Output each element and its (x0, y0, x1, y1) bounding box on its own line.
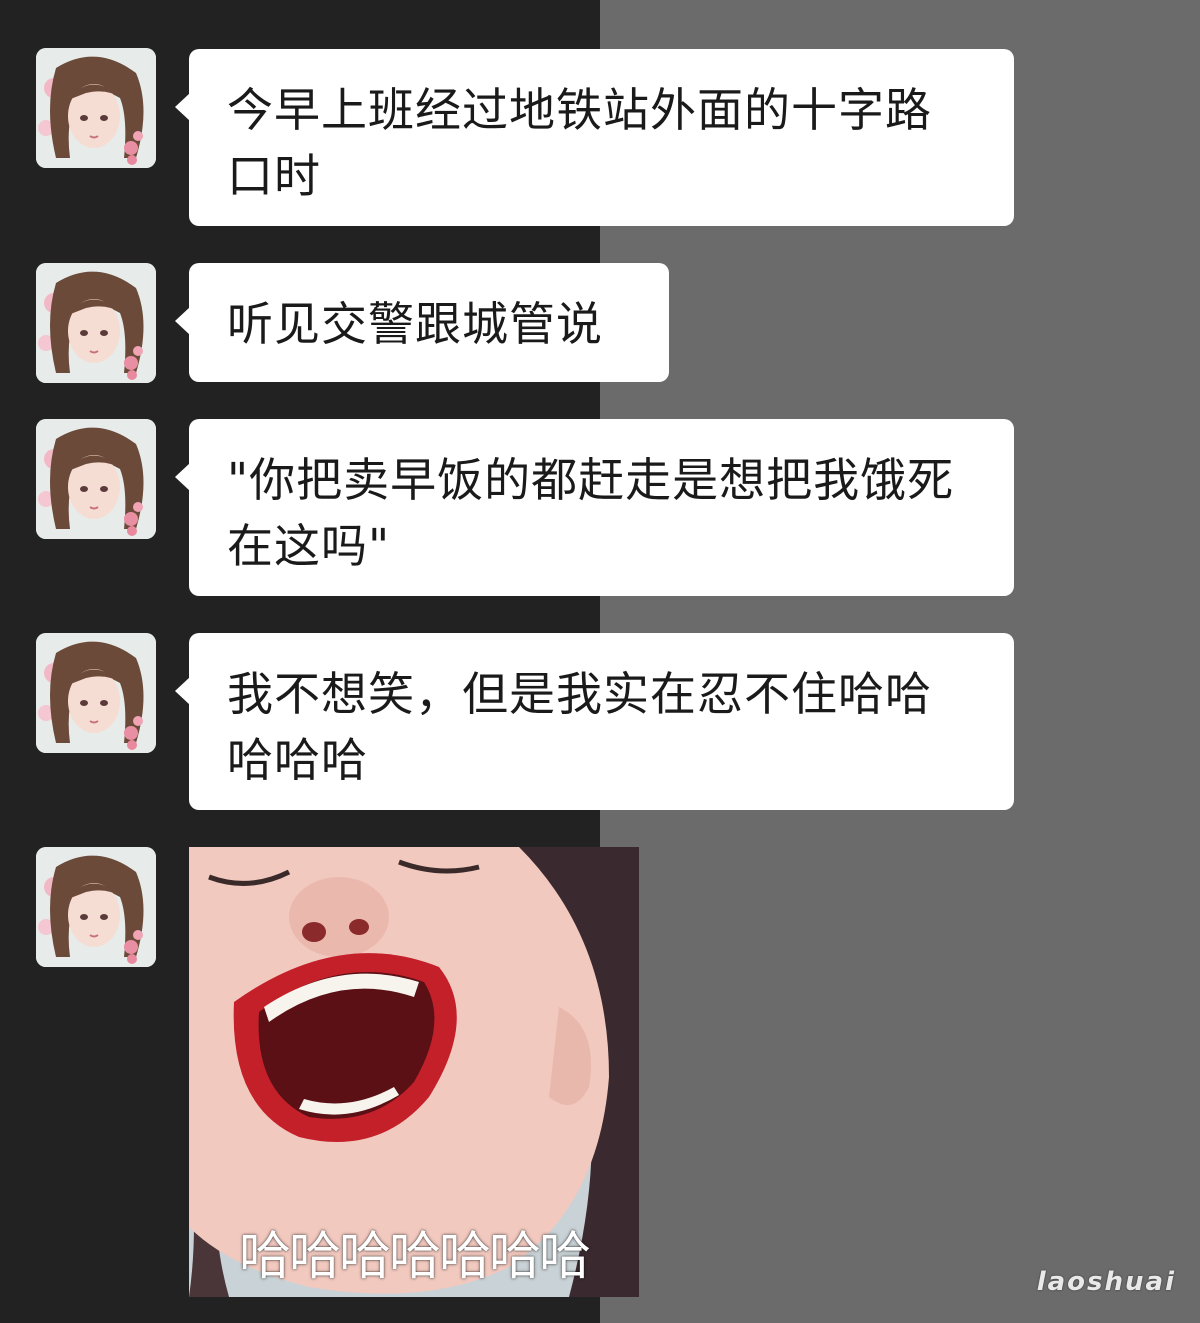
avatar-girl-icon (36, 419, 156, 539)
message-text: 听见交警跟城管说 (227, 297, 603, 351)
message-text: "你把卖早饭的都赶走是想把我饿死在这吗" (227, 453, 955, 573)
message-bubble[interactable]: 我不想笑，但是我实在忍不住哈哈哈哈哈 (175, 633, 1014, 810)
sender-avatar[interactable] (36, 48, 156, 168)
avatar-girl-icon (36, 263, 156, 383)
message-text: 我不想笑，但是我实在忍不住哈哈哈哈哈 (227, 667, 932, 787)
avatar-girl-icon (36, 633, 156, 753)
sender-avatar[interactable] (36, 633, 156, 753)
sender-avatar[interactable] (36, 419, 156, 539)
message-bubble[interactable]: 听见交警跟城管说 (175, 263, 669, 382)
sender-avatar[interactable] (36, 263, 156, 383)
message-bubble[interactable]: 今早上班经过地铁站外面的十字路口时 (175, 49, 1014, 226)
laughing-sticker-image[interactable]: 哈哈哈哈哈哈哈 (189, 847, 639, 1297)
avatar-girl-icon (36, 847, 156, 967)
message-bubble[interactable]: "你把卖早饭的都赶走是想把我饿死在这吗" (175, 419, 1014, 596)
watermark-signature: laoshuai (1036, 1267, 1176, 1297)
message-text: 今早上班经过地铁站外面的十字路口时 (227, 83, 932, 203)
avatar-girl-icon (36, 48, 156, 168)
sender-avatar[interactable] (36, 847, 156, 967)
sticker-caption: 哈哈哈哈哈哈哈 (238, 1227, 591, 1287)
